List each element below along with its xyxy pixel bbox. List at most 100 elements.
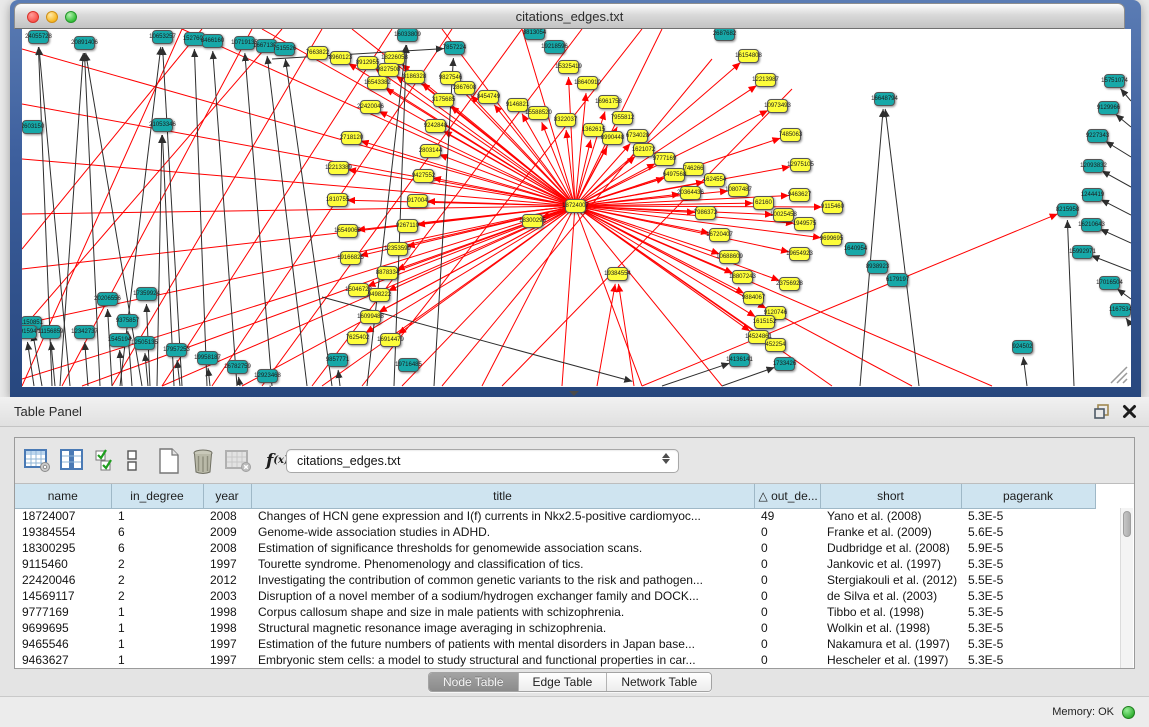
column-header-short[interactable]: short bbox=[820, 484, 961, 508]
graph-node[interactable]: 22420046 bbox=[360, 100, 381, 114]
tab-edge-table[interactable]: Edge Table bbox=[519, 673, 608, 691]
graph-node[interactable]: 9777169 bbox=[654, 152, 675, 166]
graph-node[interactable]: 1545194 bbox=[109, 333, 130, 347]
graph-node[interactable]: 6497568 bbox=[664, 168, 685, 182]
table-cell[interactable]: Genome-wide association studies in ADHD. bbox=[251, 524, 754, 540]
graph-node[interactable]: 9375857 bbox=[117, 314, 138, 328]
table-cell[interactable]: Investigating the contribution of common… bbox=[251, 572, 754, 588]
graph-node[interactable]: 6179197 bbox=[887, 273, 908, 287]
table-cell[interactable]: 0 bbox=[754, 540, 820, 556]
table-row[interactable]: 911546021997Tourette syndrome. Phenomeno… bbox=[15, 556, 1095, 572]
zoom-window-button[interactable] bbox=[65, 11, 77, 23]
graph-node[interactable]: 8960123 bbox=[330, 51, 351, 65]
create-column-button[interactable] bbox=[157, 446, 181, 476]
graph-node[interactable]: 20206556 bbox=[97, 292, 118, 306]
graph-node[interactable]: 19166825 bbox=[340, 251, 361, 265]
graph-node[interactable]: 16210643 bbox=[1081, 218, 1102, 232]
graph-node[interactable]: 8322037 bbox=[555, 113, 576, 127]
table-cell[interactable]: 1998 bbox=[203, 620, 251, 636]
graph-node[interactable]: 12353599 bbox=[387, 242, 408, 256]
column-header-year[interactable]: year bbox=[203, 484, 251, 508]
graph-node[interactable]: 9463627 bbox=[789, 188, 810, 202]
table-cell[interactable]: 2003 bbox=[203, 588, 251, 604]
table-cell[interactable]: 0 bbox=[754, 572, 820, 588]
graph-node[interactable]: 2803144 bbox=[420, 144, 441, 158]
graph-node[interactable]: 1949575 bbox=[794, 217, 815, 231]
graph-node[interactable]: 8454749 bbox=[478, 90, 499, 104]
graph-node[interactable]: 12923468 bbox=[257, 369, 278, 383]
table-selector-dropdown[interactable]: citations_edges.txt bbox=[286, 449, 679, 473]
graph-node[interactable]: 7857224 bbox=[444, 41, 465, 55]
table-cell[interactable]: 0 bbox=[754, 556, 820, 572]
graph-node[interactable]: 9227343 bbox=[1087, 129, 1108, 143]
table-mode-button[interactable] bbox=[24, 446, 51, 476]
table-cell[interactable]: 49 bbox=[754, 508, 820, 524]
table-cell[interactable]: 5.3E-5 bbox=[961, 508, 1095, 524]
graph-node[interactable]: 924502 bbox=[1012, 340, 1033, 354]
table-cell[interactable]: 1 bbox=[111, 508, 203, 524]
table-cell[interactable]: 9115460 bbox=[15, 556, 111, 572]
minimize-window-button[interactable] bbox=[46, 11, 58, 23]
graph-node[interactable]: 16154808 bbox=[738, 49, 759, 63]
table-row[interactable]: 969969511998Structural magnetic resonanc… bbox=[15, 620, 1095, 636]
graph-node[interactable]: 62160 bbox=[753, 196, 774, 210]
table-cell[interactable]: Embryonic stem cells: a model to study s… bbox=[251, 652, 754, 668]
table-cell[interactable]: 18724007 bbox=[15, 508, 111, 524]
table-cell[interactable]: Dudbridge et al. (2008) bbox=[820, 540, 961, 556]
graph-node[interactable]: 12093832 bbox=[1083, 159, 1104, 173]
table-cell[interactable]: 1 bbox=[111, 620, 203, 636]
table-cell[interactable]: Estimation of the future numbers of pati… bbox=[251, 636, 754, 652]
table-cell[interactable]: Tibbo et al. (1998) bbox=[820, 604, 961, 620]
table-cell[interactable]: Disruption of a novel member of a sodium… bbox=[251, 588, 754, 604]
graph-node[interactable]: 9427552 bbox=[413, 169, 434, 183]
graph-node[interactable]: 20364436 bbox=[680, 186, 701, 200]
graph-node[interactable]: 7515526 bbox=[274, 42, 295, 56]
graph-node[interactable]: 12975105 bbox=[790, 158, 811, 172]
resize-grip[interactable] bbox=[1107, 363, 1129, 385]
graph-node[interactable]: 19384554 bbox=[607, 267, 628, 281]
graph-node[interactable]: 14136141 bbox=[729, 353, 750, 367]
graph-node[interactable]: 9115460 bbox=[822, 200, 843, 214]
graph-node[interactable]: 9857771 bbox=[327, 353, 348, 367]
table-cell[interactable]: 9465546 bbox=[15, 636, 111, 652]
graph-node[interactable]: 15046728 bbox=[348, 283, 369, 297]
graph-node[interactable]: 18640910 bbox=[577, 76, 598, 90]
table-cell[interactable]: 2012 bbox=[203, 572, 251, 588]
graph-node[interactable]: 10719135 bbox=[234, 36, 255, 50]
table-cell[interactable]: Wolkin et al. (1998) bbox=[820, 620, 961, 636]
column-header-pagerank[interactable]: pagerank bbox=[961, 484, 1095, 508]
table-cell[interactable]: 2008 bbox=[203, 540, 251, 556]
graph-node[interactable]: 10025458 bbox=[773, 208, 794, 222]
graph-node[interactable]: 15325419 bbox=[558, 60, 579, 74]
graph-node[interactable]: 19958187 bbox=[197, 351, 218, 365]
graph-node[interactable]: 9827508 bbox=[378, 63, 399, 77]
graph-node[interactable]: 8186328 bbox=[404, 70, 425, 84]
graph-node[interactable]: 7625402 bbox=[347, 331, 368, 345]
delete-column-button[interactable] bbox=[190, 446, 216, 476]
table-cell[interactable]: 2009 bbox=[203, 524, 251, 540]
graph-node[interactable]: 16033809 bbox=[397, 29, 418, 42]
graph-node[interactable]: 18807243 bbox=[732, 270, 753, 284]
graph-node[interactable]: 19654923 bbox=[789, 247, 810, 261]
graph-node[interactable]: 917004 bbox=[407, 194, 428, 208]
graph-node[interactable]: 1733426 bbox=[774, 357, 795, 371]
graph-node[interactable]: 16914479 bbox=[380, 333, 401, 347]
table-cell[interactable]: Tourette syndrome. Phenomenology and cla… bbox=[251, 556, 754, 572]
show-columns-button[interactable] bbox=[60, 446, 85, 476]
graph-node[interactable]: 15992971 bbox=[1072, 245, 1093, 259]
graph-node[interactable]: 11156859 bbox=[40, 325, 61, 339]
graph-node[interactable]: 7986372 bbox=[695, 206, 716, 220]
graph-node[interactable]: 9242848 bbox=[425, 119, 446, 133]
graph-node[interactable]: 12213987 bbox=[755, 73, 776, 87]
graph-node[interactable]: 17957253 bbox=[166, 343, 187, 357]
table-cell[interactable]: 5.3E-5 bbox=[961, 652, 1095, 668]
graph-node[interactable]: 8878334 bbox=[377, 266, 398, 280]
graph-node[interactable]: 10973493 bbox=[767, 99, 788, 113]
graph-node[interactable]: 8990448 bbox=[602, 131, 623, 145]
tab-node-table[interactable]: Node Table bbox=[429, 673, 519, 691]
graph-node[interactable]: 1810755 bbox=[327, 193, 348, 207]
table-cell[interactable]: 9699695 bbox=[15, 620, 111, 636]
graph-node[interactable]: 2867608 bbox=[454, 81, 475, 95]
table-row[interactable]: 977716911998Corpus callosum shape and si… bbox=[15, 604, 1095, 620]
table-cell[interactable]: 0 bbox=[754, 604, 820, 620]
